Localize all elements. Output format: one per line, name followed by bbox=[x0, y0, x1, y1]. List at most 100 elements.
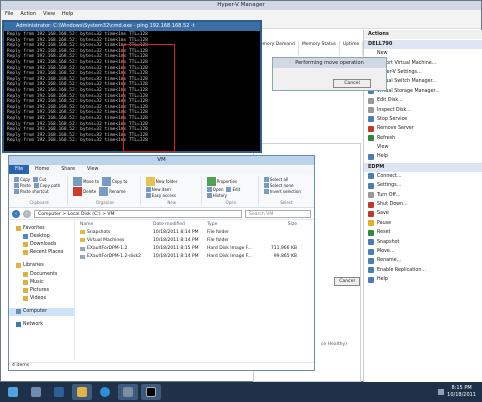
tab-view[interactable]: View bbox=[81, 165, 104, 174]
nav-desktop[interactable]: Desktop bbox=[9, 232, 74, 240]
nav-label: Favorites bbox=[23, 225, 45, 231]
network-icon bbox=[16, 322, 21, 328]
nav-pictures[interactable]: Pictures bbox=[9, 286, 74, 294]
taskbar-powershell[interactable] bbox=[49, 384, 69, 400]
paste-button[interactable]: Paste bbox=[14, 183, 31, 188]
action-turn-off[interactable]: Turn Off... bbox=[364, 190, 482, 199]
list-item[interactable]: Virtual Machines 10/18/2011 8:14 PM File… bbox=[77, 236, 314, 244]
videos-icon bbox=[23, 296, 28, 302]
select-all-button[interactable]: Select all bbox=[263, 177, 288, 182]
server-group[interactable]: DELL790 bbox=[364, 40, 482, 49]
background-cancel-button[interactable]: Cancel bbox=[334, 277, 360, 286]
explorer-title: VM bbox=[9, 156, 314, 165]
nav-network[interactable]: Network bbox=[9, 321, 74, 329]
tab-home[interactable]: Home bbox=[29, 165, 55, 174]
nav-label: Documents bbox=[30, 271, 58, 277]
delete-button[interactable]: Delete bbox=[73, 187, 96, 196]
action-snapshot[interactable]: Snapshot bbox=[364, 237, 482, 246]
cut-button[interactable]: Cut bbox=[33, 177, 46, 182]
taskbar-cmd[interactable] bbox=[141, 384, 161, 400]
copy-to-button[interactable]: Copy to bbox=[102, 177, 127, 186]
col-uptime[interactable]: Uptime bbox=[340, 41, 364, 55]
easy-access-button[interactable]: Easy access bbox=[145, 193, 176, 198]
col-size[interactable]: Size bbox=[261, 222, 301, 227]
taskbar: 8:15 PM 10/18/2011 bbox=[0, 382, 482, 402]
search-input[interactable]: Search VM bbox=[245, 209, 311, 218]
nav-recent-places[interactable]: Recent Places bbox=[9, 249, 74, 257]
edit-button[interactable]: Edit bbox=[226, 187, 240, 192]
action-vm-help[interactable]: Help bbox=[364, 275, 482, 284]
action-move[interactable]: Move... bbox=[364, 247, 482, 256]
action-label: Snapshot bbox=[377, 239, 400, 245]
col-memory-status[interactable]: Memory Status bbox=[299, 41, 340, 55]
history-button[interactable]: History bbox=[206, 193, 227, 198]
new-folder-button[interactable]: New folder bbox=[145, 177, 177, 186]
network-tray-icon[interactable] bbox=[438, 389, 444, 395]
forward-button[interactable]: › bbox=[23, 209, 31, 218]
rename-button[interactable]: Rename bbox=[99, 187, 126, 196]
properties-button[interactable]: Properties bbox=[206, 177, 237, 186]
nav-downloads[interactable]: Downloads bbox=[9, 240, 74, 248]
menu-view[interactable]: View bbox=[43, 10, 55, 18]
copy-path-label: Copy path bbox=[39, 183, 61, 188]
delete-label: Delete bbox=[83, 189, 97, 194]
connect-icon bbox=[368, 173, 374, 180]
action-enable-replication[interactable]: Enable Replication... bbox=[364, 266, 482, 275]
col-type[interactable]: Type bbox=[207, 222, 261, 227]
list-item[interactable]: EXaultForDPM-1.2-disk2 10/18/2011 8:14 P… bbox=[77, 253, 314, 261]
nav-computer[interactable]: Computer bbox=[9, 307, 74, 316]
nav-libraries[interactable]: Libraries bbox=[9, 262, 74, 270]
taskbar-hyperv[interactable] bbox=[118, 384, 138, 400]
new-item-button[interactable]: New item bbox=[145, 187, 171, 192]
copy-button[interactable]: Copy bbox=[14, 177, 30, 182]
action-rename[interactable]: Rename... bbox=[364, 256, 482, 265]
col-date[interactable]: Date modified bbox=[153, 222, 207, 227]
file-name: Virtual Machines bbox=[77, 238, 153, 243]
cancel-button[interactable]: Cancel bbox=[333, 79, 371, 88]
nav-documents[interactable]: Documents bbox=[9, 270, 74, 278]
action-refresh[interactable]: Refresh bbox=[364, 134, 482, 143]
action-label: Refresh bbox=[377, 135, 396, 141]
action-settings[interactable]: Settings... bbox=[364, 181, 482, 190]
address-bar[interactable]: Computer > Local Disk (C:) > VM bbox=[34, 209, 242, 218]
organize-group: Move to Copy to Delete Rename Organize bbox=[70, 176, 141, 205]
menu-file[interactable]: File bbox=[5, 10, 13, 18]
nav-favorites[interactable]: Favorites bbox=[9, 224, 74, 232]
action-remove-server[interactable]: Remove Server bbox=[364, 124, 482, 133]
start-button[interactable] bbox=[3, 384, 23, 400]
paste-shortcut-button[interactable]: Paste shortcut bbox=[14, 189, 49, 194]
clock[interactable]: 8:15 PM 10/18/2011 bbox=[447, 385, 476, 398]
move-to-button[interactable]: Move to bbox=[73, 177, 99, 186]
nav-videos[interactable]: Videos bbox=[9, 295, 74, 303]
col-name[interactable]: Name bbox=[77, 222, 153, 227]
menu-help[interactable]: Help bbox=[62, 10, 73, 18]
nav-music[interactable]: Music bbox=[9, 278, 74, 286]
tab-share[interactable]: Share bbox=[55, 165, 81, 174]
taskbar-server-manager[interactable] bbox=[26, 384, 46, 400]
action-reset[interactable]: Reset bbox=[364, 228, 482, 237]
invert-selection-button[interactable]: Invert selection bbox=[263, 189, 301, 194]
action-edit-disk[interactable]: Edit Disk... bbox=[364, 96, 482, 105]
list-item[interactable]: Snapshots 10/18/2011 8:14 PM File folder bbox=[77, 228, 314, 236]
open-button[interactable]: Open bbox=[206, 187, 223, 192]
taskbar-ie[interactable] bbox=[95, 384, 115, 400]
action-pause[interactable]: Pause bbox=[364, 219, 482, 228]
action-stop-service[interactable]: Stop Service bbox=[364, 115, 482, 124]
action-save[interactable]: Save bbox=[364, 209, 482, 218]
action-view[interactable]: View bbox=[364, 143, 482, 152]
action-connect[interactable]: Connect... bbox=[364, 172, 482, 181]
action-help[interactable]: Help bbox=[364, 152, 482, 161]
menu-action[interactable]: Action bbox=[20, 10, 36, 18]
list-item[interactable]: EXaultForDPM-1.2 10/18/2011 8:15 PM Hard… bbox=[77, 245, 314, 253]
back-button[interactable]: ‹ bbox=[12, 209, 20, 218]
vm-group[interactable]: EDPM bbox=[364, 162, 482, 172]
action-inspect-disk[interactable]: Inspect Disk... bbox=[364, 105, 482, 114]
action-shut-down[interactable]: Shut Down... bbox=[364, 200, 482, 209]
taskbar-explorer[interactable] bbox=[72, 384, 92, 400]
nav-label: Music bbox=[30, 279, 44, 285]
view-icon bbox=[368, 145, 374, 151]
copy-path-button[interactable]: Copy path bbox=[33, 183, 61, 188]
select-none-button[interactable]: Select none bbox=[263, 183, 293, 188]
tab-file[interactable]: File bbox=[9, 165, 30, 174]
cut-label: Cut bbox=[39, 177, 47, 182]
